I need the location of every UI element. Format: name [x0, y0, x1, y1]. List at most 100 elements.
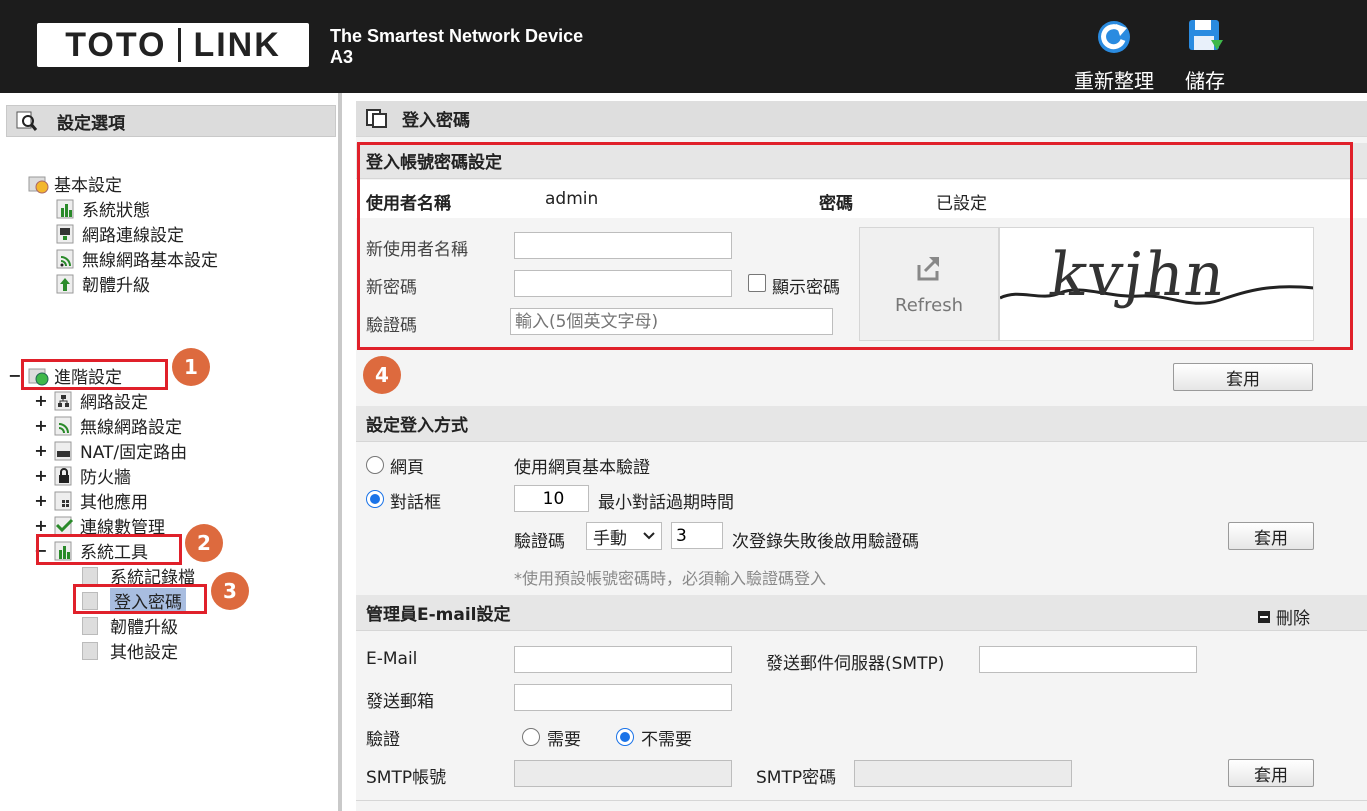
save-label: 儲存 — [1185, 69, 1225, 93]
lock-icon — [54, 466, 72, 485]
sidebar: 設定選項 基本設定 系統狀態 網路連線設定 無線網路基本設定 韌體升級 − 進階… — [0, 93, 342, 811]
upgrade-icon — [56, 274, 74, 293]
chevron-down-icon — [643, 532, 655, 540]
fail-count-desc: 次登錄失敗後啟用驗證碼 — [732, 532, 919, 552]
smtp-server-label: 發送郵件伺服器(SMTP) — [766, 654, 945, 674]
chart-icon — [56, 199, 74, 218]
search-settings-icon — [16, 111, 38, 131]
refresh-label: 重新整理 — [1074, 69, 1154, 93]
save-icon — [1189, 20, 1223, 50]
refresh-icon — [1098, 21, 1130, 53]
apply-login-button[interactable]: 套用 — [1173, 363, 1313, 391]
apply-method-button[interactable]: 套用 — [1228, 522, 1314, 550]
captcha-note: *使用預設帳號密碼時，必須輸入驗證碼登入 — [514, 569, 827, 588]
dialog-auth-label: 對話框 — [390, 493, 441, 513]
expand-toggle[interactable]: + — [34, 491, 48, 510]
step-badge-3: 3 — [211, 572, 249, 610]
sender-input[interactable] — [514, 684, 732, 711]
step-badge-4: 4 — [363, 356, 401, 394]
logo-divider — [178, 28, 182, 62]
tree-item-label: 網路設定 — [80, 393, 148, 413]
step-badge-2: 2 — [185, 524, 223, 562]
tagline-text: The Smartest Network Device — [330, 26, 584, 46]
highlight-box-login-section — [357, 142, 1353, 350]
login-method-header: 設定登入方式 — [356, 406, 1367, 442]
router-icon — [54, 441, 72, 460]
refresh-button[interactable]: 重新整理 — [1069, 16, 1159, 94]
smtp-account-label: SMTP帳號 — [366, 768, 447, 788]
minus-icon — [1258, 610, 1270, 623]
fail-count-input[interactable] — [671, 522, 723, 549]
email-input[interactable] — [514, 646, 732, 673]
monitor-icon — [56, 224, 74, 243]
save-button[interactable]: 儲存 — [1180, 16, 1230, 94]
sidebar-header: 設定選項 — [6, 105, 336, 137]
tree-item-firmware-upgrade[interactable]: 韌體升級 — [56, 271, 150, 296]
tree-item-label: 其他應用 — [80, 493, 148, 513]
top-header: TOTO LINK The Smartest Network Device A3… — [0, 0, 1367, 93]
tree-item-label: NAT/固定路由 — [80, 443, 188, 463]
page-icon — [82, 616, 98, 635]
captcha-mode-value: 手動 — [593, 528, 627, 549]
main-panel: 登入密碼 登入帳號密碼設定 使用者名稱 admin 密碼 已設定 新使用者名稱 … — [356, 101, 1367, 811]
tree-item-label: 無線網路設定 — [80, 418, 182, 438]
captcha-mode-select[interactable]: 手動 — [586, 522, 662, 550]
timeout-input[interactable] — [514, 485, 589, 512]
step-badge-1: 1 — [172, 348, 210, 386]
web-auth-radio[interactable] — [366, 456, 384, 474]
smtp-password-label: SMTP密碼 — [756, 768, 837, 788]
tree-item-system-status[interactable]: 系統狀態 — [56, 196, 150, 221]
tree-item-nat-routing[interactable]: + NAT/固定路由 — [34, 438, 187, 463]
tree-item-network-connection[interactable]: 網路連線設定 — [56, 221, 184, 246]
tree-item-label: 防火牆 — [80, 468, 131, 488]
auth-label: 驗證 — [366, 730, 400, 750]
tree-item-label: 韌體升級 — [110, 618, 178, 638]
totolink-logo: TOTO LINK — [37, 23, 309, 67]
web-auth-desc: 使用網頁基本驗證 — [514, 458, 650, 478]
smtp-server-input[interactable] — [979, 646, 1197, 673]
auth-not-required-label: 不需要 — [641, 730, 692, 750]
tree-item-wireless-basic[interactable]: 無線網路基本設定 — [56, 246, 218, 271]
highlight-box-login-password — [73, 584, 207, 614]
auth-required-label: 需要 — [547, 730, 581, 750]
tree-item-label: 網路連線設定 — [82, 226, 184, 246]
auth-not-required-radio[interactable] — [616, 728, 634, 746]
tagline: The Smartest Network Device A3 — [330, 26, 583, 68]
collapse-toggle[interactable]: − — [8, 366, 22, 385]
expand-toggle[interactable]: + — [34, 441, 48, 460]
auth-required-radio[interactable] — [522, 728, 540, 746]
folder-settings-icon — [28, 176, 49, 193]
tree-item-other-apps[interactable]: + 其他應用 — [34, 488, 148, 513]
tree-item-label: 無線網路基本設定 — [82, 251, 218, 271]
apps-icon — [54, 491, 72, 510]
expand-toggle[interactable]: + — [34, 416, 48, 435]
page-icon — [82, 641, 98, 660]
tree-item-firewall[interactable]: + 防火牆 — [34, 463, 131, 488]
model-name: A3 — [330, 47, 354, 67]
page-title: 登入密碼 — [402, 111, 470, 131]
apply-email-button[interactable]: 套用 — [1228, 759, 1314, 787]
dialog-auth-radio[interactable] — [366, 490, 384, 508]
page-title-bar: 登入密碼 — [356, 101, 1367, 137]
login-method-title: 設定登入方式 — [366, 416, 468, 436]
delete-button[interactable]: 刪除 — [1258, 604, 1310, 629]
delete-label: 刪除 — [1276, 609, 1310, 629]
web-auth-label: 網頁 — [390, 458, 424, 478]
timeout-desc: 最小對話過期時間 — [598, 493, 734, 513]
tree-item-label: 其他設定 — [110, 643, 178, 663]
smtp-account-input — [514, 760, 732, 787]
expand-toggle[interactable]: + — [34, 466, 48, 485]
tree-item-firmware[interactable]: 韌體升級 — [82, 613, 178, 638]
tree-item-network-settings[interactable]: + 網路設定 — [34, 388, 148, 413]
wifi-icon — [56, 249, 74, 268]
expand-toggle[interactable]: + — [34, 516, 48, 535]
highlight-box-system-tools — [36, 534, 182, 565]
expand-toggle[interactable]: + — [34, 391, 48, 410]
brand-left: TOTO — [65, 25, 167, 64]
tree-item-other-settings[interactable]: 其他設定 — [82, 638, 178, 663]
tree-item-wireless-settings[interactable]: + 無線網路設定 — [34, 413, 182, 438]
tree-basic-settings[interactable]: 基本設定 — [28, 171, 122, 196]
tree-item-label: 系統狀態 — [82, 201, 150, 221]
smtp-password-input — [854, 760, 1072, 787]
wifi-icon — [54, 416, 72, 435]
